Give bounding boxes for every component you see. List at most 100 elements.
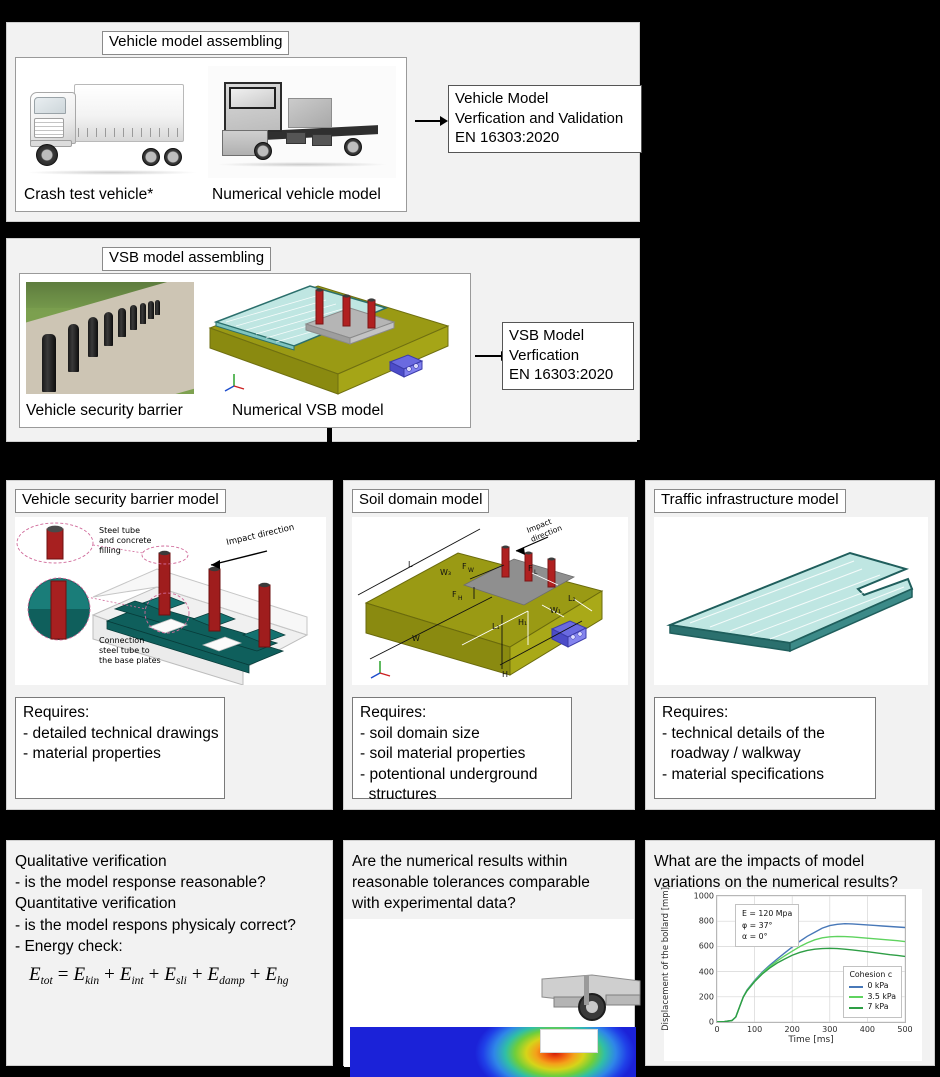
dim-label-FW: F <box>462 562 467 571</box>
qualitative-line-4: - is the model respons physicaly correct… <box>15 916 296 934</box>
panel-title-vsb-model: VSB model assembling <box>102 247 272 271</box>
legend-label: 0 kPa <box>867 981 889 991</box>
dim-label-FL: F <box>528 564 533 573</box>
vehicle-model-assembling-panel: Vehicle model assembling Crash test vehi… <box>6 22 642 222</box>
numerical-vsb-model-image <box>198 278 464 402</box>
soil-requires-heading: Requires: <box>360 704 427 721</box>
arrowhead-vehicle <box>440 116 448 126</box>
chart-y-tick: 600 <box>698 941 714 951</box>
eq-term-3-sub: damp <box>219 975 245 988</box>
chart-legend-title: Cohesion c <box>849 970 893 980</box>
vsb-images-box: Vehicle security barrier Numerical VSB m… <box>19 273 471 428</box>
simulation-contour-image <box>344 919 641 1077</box>
chart-y-tick: 0 <box>708 1017 714 1027</box>
axis-triad-icon <box>370 661 391 679</box>
dim-label-L: L <box>408 560 413 569</box>
traffic-requires-item-1: - technical details of the <box>662 724 825 742</box>
chart-y-tick: 400 <box>698 967 714 977</box>
qualitative-verification-panel: Qualitative verification - is the model … <box>6 840 333 1066</box>
arrow-to-vsb-verification <box>475 355 503 357</box>
energy-equation: Etot = Ekin + Eint + Esli + Edamp + Ehg <box>29 964 326 987</box>
chart-x-tick: 500 <box>897 1025 913 1034</box>
traffic-infrastructure-model-panel: Traffic infrastructure model Requires: -… <box>645 480 935 810</box>
displacement-chart: Displacement of the bollard [mm] 0 200 400… <box>661 887 922 1061</box>
dim-label-H: H <box>502 670 508 679</box>
dim-label-W: W <box>412 634 420 643</box>
chart-legend-item: 7 kPa <box>849 1002 896 1013</box>
vehicle-images-box: Crash test vehicle* Numerical vehicle mo… <box>15 57 407 212</box>
panel-title-vehicle-model: Vehicle model assembling <box>102 31 290 55</box>
svg-text:W: W <box>468 567 474 574</box>
eq-term-4-sub: hg <box>277 975 289 988</box>
vehicle-security-barrier-model-panel: Vehicle security barrier model Impact di… <box>6 480 333 810</box>
svg-text:and concrete: and concrete <box>99 536 152 545</box>
vsb-verification-line-3: EN 16303:2020 <box>509 366 614 383</box>
panel-title-traffic-infrastructure: Traffic infrastructure model <box>654 489 846 513</box>
vsb-verification-line-1: VSB Model <box>509 327 585 344</box>
dim-label-L1: L₁ <box>492 622 500 631</box>
vehicle-verification-line-3: EN 16303:2020 <box>455 129 560 146</box>
axis-triad-icon <box>224 374 245 392</box>
dim-label-H1: H₁ <box>518 618 527 627</box>
eq-term-2-base: E <box>164 964 176 986</box>
svg-text:H: H <box>458 595 463 602</box>
soil-requires-box: Requires: - soil domain size - soil mate… <box>352 697 572 803</box>
panel-title-soil-domain: Soil domain model <box>352 489 490 513</box>
chart-x-tick: 200 <box>784 1025 800 1034</box>
soil-requires-item-2: - soil material properties <box>360 745 526 763</box>
eq-term-1-sub: int <box>131 975 144 988</box>
eq-lhs-base: E <box>29 964 41 986</box>
eq-equals: = <box>57 964 69 986</box>
svg-text:Steel tube: Steel tube <box>99 526 140 535</box>
connector-vsb-to-row3-vertical <box>327 428 332 482</box>
eq-term-0-sub: kin <box>85 975 100 988</box>
eq-plus-1: + <box>104 964 115 986</box>
legend-swatch <box>849 985 864 988</box>
numerical-vehicle-model-image <box>208 66 396 178</box>
dim-label-W1: W₁ <box>550 606 561 615</box>
caption-vehicle-security-barrier: Vehicle security barrier <box>26 402 183 419</box>
caption-numerical-vsb-model: Numerical VSB model <box>232 402 384 419</box>
vehicle-verification-line-2: Verfication and Validation <box>455 109 624 127</box>
tolerance-question-panel: Are the numerical results within reasona… <box>343 840 641 1077</box>
qualitative-line-5: - Energy check: <box>15 937 123 955</box>
dim-label-L2: L₂ <box>568 594 576 603</box>
vsb-barrier-model-image: Impact direction Steel tube and concrete… <box>15 517 326 685</box>
traffic-requires-heading: Requires: <box>662 704 729 721</box>
caption-numerical-vehicle-model: Numerical vehicle model <box>212 186 381 203</box>
traffic-requires-box: Requires: - technical details of the roa… <box>654 697 876 799</box>
dim-label-W3: W₃ <box>440 568 451 577</box>
tolerance-line-1: Are the numerical results within <box>352 853 568 870</box>
caption-crash-test-vehicle: Crash test vehicle* <box>24 186 154 203</box>
eq-plus-2: + <box>148 964 160 986</box>
legend-swatch <box>849 996 864 999</box>
connector-traffic-vertical <box>637 440 642 482</box>
vsb-isometric-svg <box>208 285 450 395</box>
chart-y-tick: 1000 <box>693 891 714 901</box>
vsb-requires-box: Requires: - detailed technical drawings … <box>15 697 225 799</box>
dim-label-FH: F <box>452 590 457 599</box>
chart-y-axis-label: Displacement of the bollard [mm] <box>661 887 671 1031</box>
soil-domain-model-panel: Soil domain model L W H W₃ F W F H F L L… <box>343 480 635 810</box>
chart-x-tick: 0 <box>714 1025 720 1034</box>
eq-term-2-sub: sli <box>175 975 187 988</box>
soil-domain-model-image: L W H W₃ F W F H F L L₂ W₁ L₁ H₁ Impact … <box>352 517 628 685</box>
soil-domain-svg: L W H W₃ F W F H F L L₂ W₁ L₁ H₁ Impact … <box>357 517 604 679</box>
eq-term-0-base: E <box>73 964 86 986</box>
eq-plus-3: + <box>191 964 203 986</box>
truck-rear-model <box>536 973 644 1035</box>
vsb-requires-heading: Requires: <box>23 704 90 721</box>
panel-title-vsb-barrier-model: Vehicle security barrier model <box>15 489 226 513</box>
vehicle-verification-line-1: Vehicle Model <box>455 90 549 107</box>
svg-text:Connection: Connection <box>99 636 144 645</box>
svg-text:the base plates: the base plates <box>99 656 161 665</box>
chart-legend-item: 3.5 kPa <box>849 992 896 1003</box>
chart-x-axis-label: Time [ms] <box>788 1035 834 1045</box>
traffic-requires-item-3: - material specifications <box>662 765 824 783</box>
tolerance-line-2: reasonable tolerances comparable <box>352 874 590 892</box>
chart-x-tick: 100 <box>746 1025 763 1034</box>
vsb-verification-line-2: Verfication <box>509 346 580 364</box>
tolerance-line-3: with experimental data? <box>352 895 516 913</box>
chart-legend-item: 0 kPa <box>849 981 896 992</box>
chart-y-tick: 200 <box>698 992 714 1002</box>
